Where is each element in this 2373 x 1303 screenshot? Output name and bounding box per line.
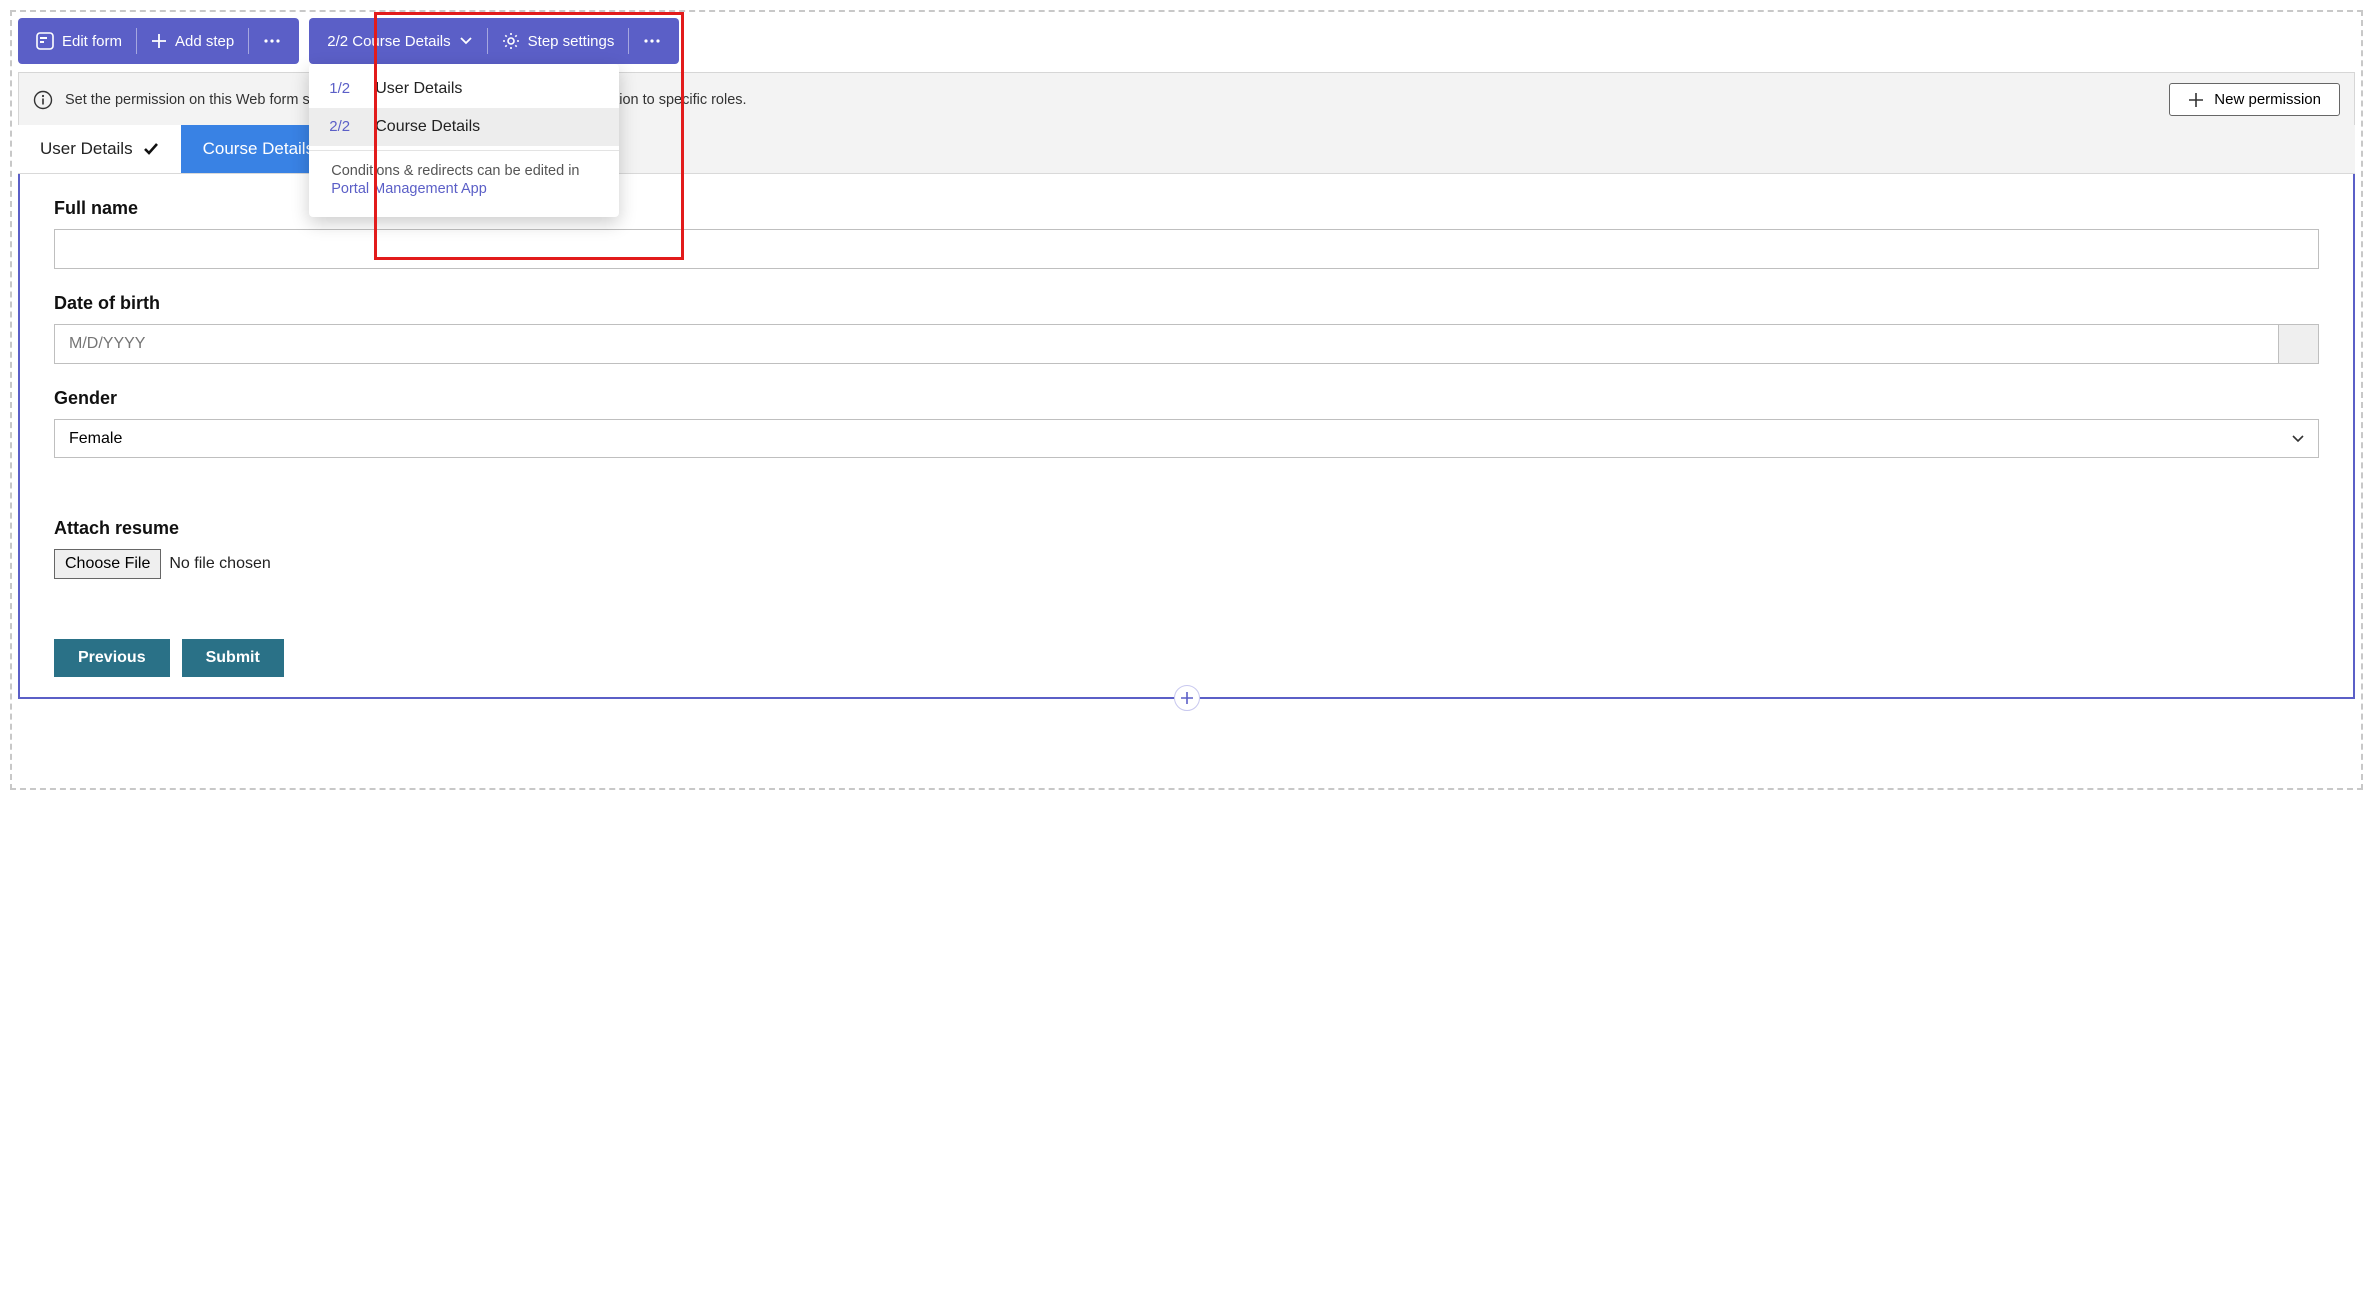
step-settings-button[interactable]: Step settings (488, 18, 629, 64)
form-icon (36, 32, 54, 50)
dropdown-item-course-details[interactable]: 2/2 Course Details (309, 108, 619, 146)
gender-label: Gender (54, 388, 2319, 409)
new-permission-button[interactable]: New permission (2169, 83, 2340, 116)
dropdown-item-label: Course Details (375, 118, 480, 136)
resume-label: Attach resume (54, 518, 2319, 539)
step-selector-label: 2/2 Course Details (327, 33, 450, 50)
editor-canvas: Edit form Add step 2/2 Course Details (10, 10, 2363, 790)
new-permission-label: New permission (2214, 91, 2321, 108)
toolbar-left: Edit form Add step (18, 18, 299, 64)
chevron-down-icon (459, 36, 473, 46)
full-name-input[interactable] (54, 229, 2319, 269)
dob-wrap (54, 324, 2319, 364)
tab-label: User Details (40, 139, 133, 159)
more-right-button[interactable] (629, 18, 675, 64)
field-resume: Attach resume Choose File No file chosen (54, 518, 2319, 579)
file-status: No file chosen (169, 555, 270, 573)
dropdown-item-num: 1/2 (329, 80, 359, 97)
more-left-button[interactable] (249, 18, 295, 64)
checkmark-icon (143, 142, 159, 156)
action-buttons: Previous Submit (54, 639, 2319, 677)
add-step-label: Add step (175, 33, 234, 50)
add-component-button[interactable] (1174, 685, 1200, 711)
previous-button[interactable]: Previous (54, 639, 170, 677)
info-icon (33, 90, 53, 110)
field-gender: Gender Female (54, 388, 2319, 458)
field-dob: Date of birth (54, 293, 2319, 364)
dob-input[interactable] (55, 325, 2278, 363)
tab-user-details[interactable]: User Details (18, 125, 181, 173)
choose-file-button[interactable]: Choose File (54, 549, 161, 579)
dropdown-item-num: 2/2 (329, 118, 359, 135)
tab-label: Course Details (203, 139, 315, 159)
step-selector-button[interactable]: 2/2 Course Details (313, 18, 486, 64)
toolbar-right: 2/2 Course Details Step settings (309, 18, 679, 64)
form-body: Full name Date of birth Gender Female At… (20, 174, 2353, 697)
step-dropdown: 1/2 User Details 2/2 Course Details Cond… (309, 64, 619, 217)
step-settings-label: Step settings (528, 33, 615, 50)
ellipsis-icon (643, 38, 661, 44)
ellipsis-icon (263, 38, 281, 44)
plus-icon (151, 33, 167, 49)
dropdown-item-label: User Details (375, 80, 462, 98)
plus-icon (2188, 92, 2204, 108)
edit-form-button[interactable]: Edit form (22, 18, 136, 64)
submit-button[interactable]: Submit (182, 639, 284, 677)
toolbar-row: Edit form Add step 2/2 Course Details (18, 18, 2355, 64)
add-step-button[interactable]: Add step (137, 18, 248, 64)
gender-select[interactable]: Female (54, 419, 2319, 458)
edit-form-label: Edit form (62, 33, 122, 50)
dropdown-footer: Conditions & redirects can be edited in … (309, 150, 619, 211)
dropdown-item-user-details[interactable]: 1/2 User Details (309, 70, 619, 108)
dropdown-footer-text: Conditions & redirects can be edited in (331, 163, 579, 179)
gear-icon (502, 32, 520, 50)
file-row: Choose File No file chosen (54, 549, 2319, 579)
dob-label: Date of birth (54, 293, 2319, 314)
portal-management-link[interactable]: Portal Management App (331, 181, 597, 197)
plus-icon (1180, 691, 1194, 705)
date-picker-button[interactable] (2278, 325, 2318, 363)
